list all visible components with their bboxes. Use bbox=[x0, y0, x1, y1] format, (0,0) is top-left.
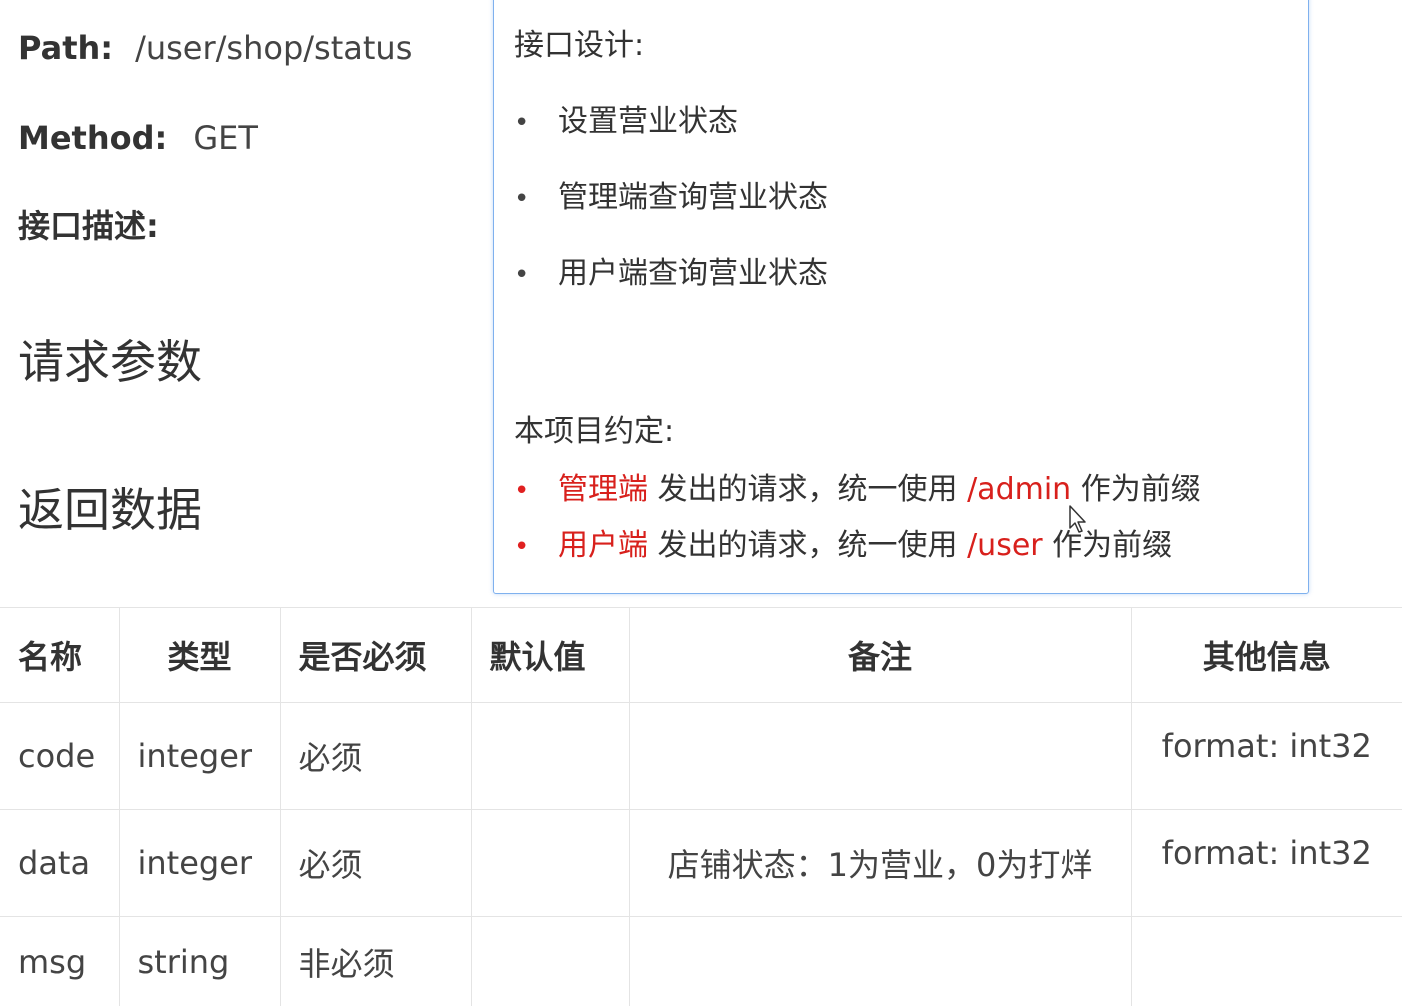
design-item: • 用户端查询营业状态 bbox=[514, 255, 828, 294]
cell-type: integer bbox=[118, 702, 281, 810]
col-header-type: 类型 bbox=[118, 607, 281, 703]
col-header-name: 名称 bbox=[0, 607, 120, 703]
cell-other bbox=[1130, 916, 1402, 1006]
design-heading: 接口设计: bbox=[514, 28, 645, 63]
cell-required: 非必须 bbox=[279, 916, 472, 1006]
table-row: msg string 非必须 bbox=[0, 916, 1402, 1006]
cell-note: 店铺状态：1为营业，0为打烊 bbox=[628, 809, 1132, 917]
convention-actor: 用户端 bbox=[558, 528, 648, 563]
convention-tail: 作为前缀 bbox=[1071, 472, 1201, 507]
cell-default bbox=[470, 916, 630, 1006]
cell-required: 必须 bbox=[279, 702, 472, 810]
bullet-icon: • bbox=[514, 476, 530, 506]
convention-middle: 发出的请求，统一使用 bbox=[648, 472, 968, 507]
cell-default bbox=[470, 702, 630, 810]
request-params-title: 请求参数 bbox=[18, 335, 202, 389]
arrow-pointer-icon bbox=[1069, 505, 1086, 533]
bullet-icon: • bbox=[514, 260, 530, 290]
table-header-row: 名称 类型 是否必须 默认值 备注 其他信息 bbox=[0, 607, 1402, 703]
path-value: /user/shop/status bbox=[135, 29, 413, 67]
cell-name: data bbox=[0, 809, 120, 917]
method-label: Method: bbox=[18, 119, 168, 157]
interface-description-label: 接口描述: bbox=[18, 207, 159, 245]
table-row: data integer 必须 店铺状态：1为营业，0为打烊 format: i… bbox=[0, 809, 1402, 917]
col-header-other: 其他信息 bbox=[1130, 607, 1402, 703]
cell-type: integer bbox=[118, 809, 281, 917]
cell-required: 必须 bbox=[279, 809, 472, 917]
design-item: • 管理端查询营业状态 bbox=[514, 179, 828, 218]
convention-heading: 本项目约定: bbox=[514, 414, 675, 449]
cell-default bbox=[470, 809, 630, 917]
cell-name: msg bbox=[0, 916, 120, 1006]
col-header-note: 备注 bbox=[628, 607, 1132, 703]
design-item-text: 管理端查询营业状态 bbox=[558, 180, 828, 215]
col-header-default: 默认值 bbox=[470, 607, 630, 703]
bullet-icon: • bbox=[514, 184, 530, 214]
cell-type: string bbox=[118, 916, 281, 1006]
cell-note bbox=[628, 916, 1132, 1006]
api-doc-page: Path:/user/shop/status Method: GET 接口描述: … bbox=[0, 0, 1402, 1006]
convention-middle: 发出的请求，统一使用 bbox=[648, 528, 968, 563]
convention-tail: 作为前缀 bbox=[1042, 528, 1173, 563]
design-item-text: 设置营业状态 bbox=[558, 104, 738, 139]
response-data-title: 返回数据 bbox=[18, 483, 202, 537]
cell-name: code bbox=[0, 702, 120, 810]
table-row: code integer 必须 format: int32 bbox=[0, 702, 1402, 810]
design-item: • 设置营业状态 bbox=[514, 103, 738, 142]
bullet-icon: • bbox=[514, 108, 530, 138]
response-data-table: 名称 类型 是否必须 默认值 备注 其他信息 code integer 必须 f… bbox=[0, 607, 1402, 1006]
method-value: GET bbox=[193, 119, 258, 157]
convention-actor: 管理端 bbox=[558, 472, 648, 507]
cell-note bbox=[628, 702, 1132, 810]
cell-other: format: int32 bbox=[1130, 702, 1402, 810]
convention-prefix: /user bbox=[967, 528, 1043, 563]
col-header-required: 是否必须 bbox=[279, 607, 472, 703]
path-label: Path: bbox=[18, 29, 114, 67]
convention-item-admin: • 管理端 发出的请求，统一使用 /admin 作为前缀 bbox=[514, 471, 1201, 510]
path-row: Path: /user/shop/status bbox=[18, 28, 412, 68]
interface-design-popup: 接口设计: • 设置营业状态 • 管理端查询营业状态 • 用户端查询营业状态 本项目约… bbox=[493, 0, 1309, 594]
convention-prefix: /admin bbox=[967, 472, 1072, 507]
method-row: Method: GET bbox=[18, 118, 258, 158]
design-item-text: 用户端查询营业状态 bbox=[558, 256, 828, 291]
cell-other: format: int32 bbox=[1130, 809, 1402, 917]
bullet-icon: • bbox=[514, 532, 530, 562]
